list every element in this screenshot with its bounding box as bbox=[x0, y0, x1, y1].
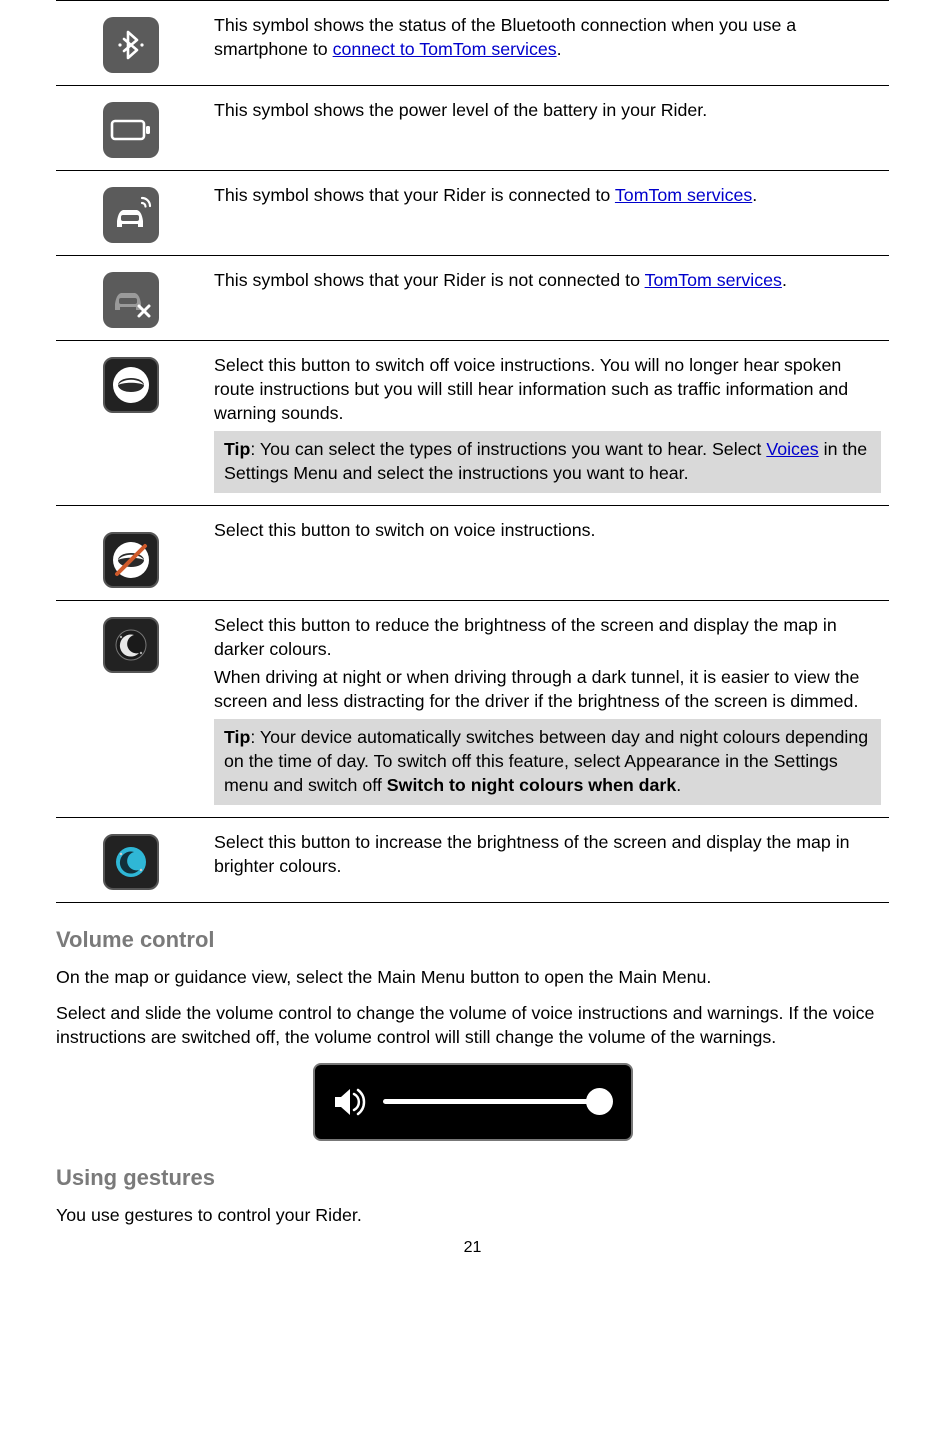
speaker-icon bbox=[331, 1082, 371, 1122]
description-cell: This symbol shows that your Rider is con… bbox=[206, 181, 889, 243]
description-cell: This symbol shows the status of the Blue… bbox=[206, 11, 889, 73]
car-connected-icon bbox=[103, 187, 159, 243]
day-mode-icon bbox=[103, 834, 159, 890]
tomtom-services-link[interactable]: connect to TomTom services bbox=[333, 39, 557, 59]
car-not-connected-icon bbox=[103, 272, 159, 328]
description-cell: This symbol shows that your Rider is not… bbox=[206, 266, 889, 328]
description-cell: Select this button to reduce the brightn… bbox=[206, 611, 889, 805]
voices-link[interactable]: Voices bbox=[766, 439, 818, 459]
description-cell: Select this button to switch on voice in… bbox=[206, 516, 889, 588]
description-text: When driving at night or when driving th… bbox=[214, 665, 881, 713]
description-text: Select this button to reduce the brightn… bbox=[214, 613, 881, 661]
description-text: Select this button to switch off voice i… bbox=[214, 353, 881, 425]
description-cell: Select this button to increase the brigh… bbox=[206, 828, 889, 890]
bluetooth-icon bbox=[103, 17, 159, 73]
table-row: Select this button to reduce the brightn… bbox=[56, 601, 889, 818]
voice-off-icon bbox=[103, 357, 159, 413]
description-text: Select this button to switch on voice in… bbox=[214, 518, 881, 542]
table-row: Select this button to increase the brigh… bbox=[56, 818, 889, 903]
tomtom-services-link[interactable]: TomTom services bbox=[645, 270, 782, 290]
tip-text: : You can select the types of instructio… bbox=[250, 439, 766, 459]
tip-label: Tip bbox=[224, 727, 250, 747]
volume-slider-figure bbox=[56, 1063, 889, 1141]
body-text: You use gestures to control your Rider. bbox=[56, 1203, 889, 1227]
table-row: Select this button to switch off voice i… bbox=[56, 341, 889, 506]
using-gestures-heading: Using gestures bbox=[56, 1163, 889, 1193]
icon-cell bbox=[56, 266, 206, 328]
description-text: Select this button to increase the brigh… bbox=[214, 830, 881, 878]
volume-slider bbox=[313, 1063, 633, 1141]
tip-label: Tip bbox=[224, 439, 250, 459]
icon-cell bbox=[56, 611, 206, 805]
body-text: On the map or guidance view, select the … bbox=[56, 965, 889, 989]
description-cell: This symbol shows the power level of the… bbox=[206, 96, 889, 158]
page-content: This symbol shows the status of the Blue… bbox=[0, 0, 945, 1278]
description-text: This symbol shows the power level of the… bbox=[214, 98, 881, 122]
volume-track bbox=[383, 1099, 601, 1104]
table-row: This symbol shows the power level of the… bbox=[56, 86, 889, 171]
tomtom-services-link[interactable]: TomTom services bbox=[615, 185, 752, 205]
description-text: . bbox=[782, 270, 787, 290]
tip-box: Tip: You can select the types of instruc… bbox=[214, 431, 881, 493]
icon-cell bbox=[56, 351, 206, 493]
icon-cell bbox=[56, 96, 206, 158]
table-row: This symbol shows the status of the Blue… bbox=[56, 0, 889, 86]
page-number: 21 bbox=[56, 1237, 889, 1259]
table-row: This symbol shows that your Rider is con… bbox=[56, 171, 889, 256]
description-text: This symbol shows that your Rider is not… bbox=[214, 270, 645, 290]
description-text: This symbol shows that your Rider is con… bbox=[214, 185, 615, 205]
description-text: . bbox=[752, 185, 757, 205]
icon-cell bbox=[56, 181, 206, 243]
icon-cell bbox=[56, 516, 206, 588]
tip-text: . bbox=[676, 775, 681, 795]
table-row: This symbol shows that your Rider is not… bbox=[56, 256, 889, 341]
tip-box: Tip: Your device automatically switches … bbox=[214, 719, 881, 805]
icon-cell bbox=[56, 828, 206, 890]
tip-bold: Switch to night colours when dark bbox=[387, 775, 676, 795]
description-cell: Select this button to switch off voice i… bbox=[206, 351, 889, 493]
voice-on-icon bbox=[103, 532, 159, 588]
body-text: Select and slide the volume control to c… bbox=[56, 1001, 889, 1049]
icon-cell bbox=[56, 11, 206, 73]
volume-thumb bbox=[586, 1088, 613, 1115]
volume-control-heading: Volume control bbox=[56, 925, 889, 955]
table-row: Select this button to switch on voice in… bbox=[56, 506, 889, 601]
night-mode-icon bbox=[103, 617, 159, 673]
battery-icon bbox=[103, 102, 159, 158]
description-text: . bbox=[557, 39, 562, 59]
